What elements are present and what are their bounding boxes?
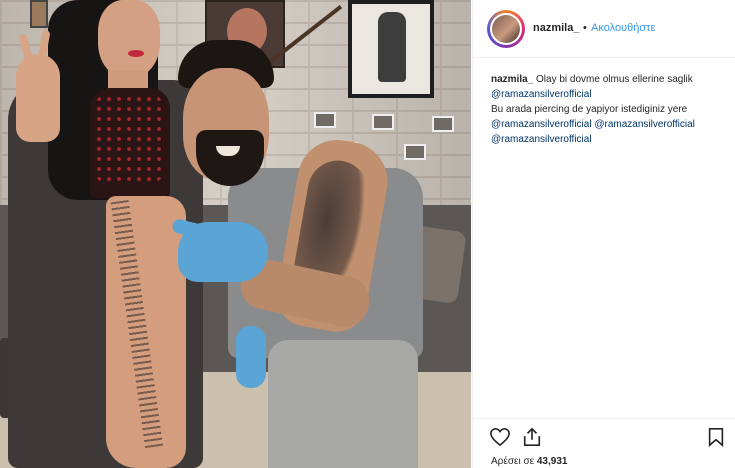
- framed-picture: [348, 0, 434, 98]
- heart-icon[interactable]: [489, 427, 513, 449]
- avatar[interactable]: [487, 10, 525, 48]
- follow-button[interactable]: Ακολουθήστε: [591, 22, 655, 34]
- mini-photo: [404, 144, 426, 160]
- woman-face: [98, 0, 160, 78]
- caption-username[interactable]: nazmila_: [491, 74, 533, 85]
- post-caption: nazmila_ Olay bi dovme olmus ellerine sa…: [491, 72, 727, 147]
- post-header: nazmila_ • Ακολουθήστε: [473, 0, 735, 58]
- bookmark-icon[interactable]: [707, 427, 731, 449]
- caption-text: Olay bi dovme olmus ellerine saglik: [533, 74, 693, 85]
- action-bar: Αρέσει σε 43,931: [473, 418, 735, 468]
- likes-number: 43,931: [536, 456, 568, 467]
- likes-count[interactable]: Αρέσει σε 43,931: [491, 456, 567, 467]
- mention-link[interactable]: @ramazansilverofficial: [491, 132, 727, 147]
- ripped-jeans: [268, 340, 418, 468]
- author-username[interactable]: nazmila_: [533, 22, 579, 34]
- peace-sign-hand: [16, 54, 60, 142]
- share-icon[interactable]: [521, 427, 545, 449]
- mention-link[interactable]: @ramazansilverofficial: [491, 119, 592, 130]
- mini-photo: [372, 114, 394, 130]
- small-frame: [30, 0, 48, 28]
- separator-dot: •: [583, 22, 587, 34]
- post-photo[interactable]: [0, 0, 471, 468]
- blue-glove: [236, 326, 266, 388]
- mini-photo: [314, 112, 336, 128]
- post-sidebar: nazmila_ • Ακολουθήστε nazmila_ Olay bi …: [472, 0, 735, 468]
- instagram-post: nazmila_ • Ακολουθήστε nazmila_ Olay bi …: [0, 0, 735, 468]
- mention-link[interactable]: @ramazansilverofficial: [594, 119, 695, 130]
- mention-link[interactable]: @ramazansilverofficial: [491, 87, 727, 102]
- mini-photo: [432, 116, 454, 132]
- caption-text: Bu arada piercing de yapiyor istediginiz…: [491, 104, 688, 115]
